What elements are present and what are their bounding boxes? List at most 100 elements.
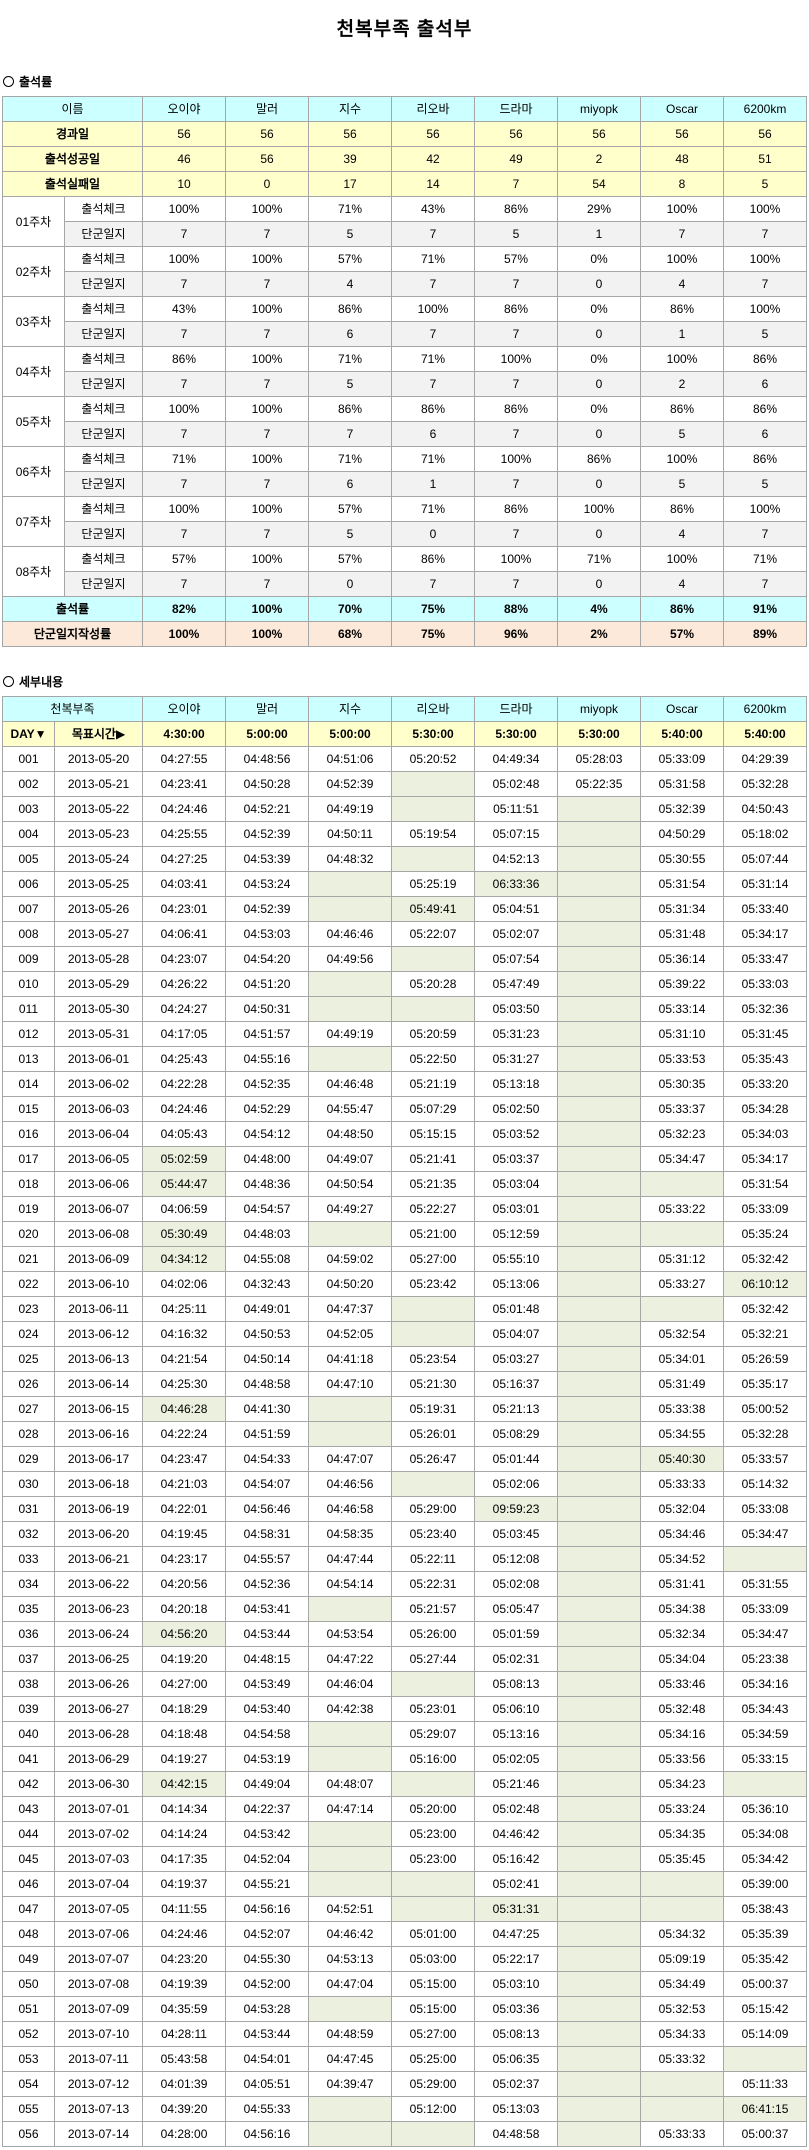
- table-row: 049 2013-07-07 04:23:20 04:55:30 04:53:13 05:…: [2, 1946, 808, 1972]
- time-cell: 05:23:54: [391, 1346, 476, 1372]
- target-time-cell: 5:30:00: [474, 721, 559, 747]
- time-cell: 05:32:48: [640, 1696, 725, 1722]
- time-cell: 05:14:32: [723, 1471, 808, 1497]
- time-cell: 04:25:43: [142, 1046, 227, 1072]
- day-number-cell: 003: [2, 796, 55, 822]
- check-value: 43%: [142, 296, 226, 322]
- day-number-cell: 006: [2, 871, 55, 897]
- empty-time-cell: [557, 1546, 642, 1572]
- date-cell: 2013-07-12: [53, 2071, 144, 2097]
- date-cell: 2013-06-22: [53, 1571, 144, 1597]
- time-cell: 04:52:39: [225, 821, 310, 847]
- date-cell: 2013-06-25: [53, 1646, 144, 1672]
- table-row: 036 2013-06-24 04:56:20 04:53:44 04:53:54 05:…: [2, 1621, 808, 1647]
- log-value: 0: [557, 521, 641, 547]
- empty-time-cell: [557, 796, 642, 822]
- time-cell: 05:33:40: [723, 896, 808, 922]
- table-row: 021 2013-06-09 04:34:12 04:55:08 04:59:02 05:…: [2, 1246, 808, 1272]
- time-cell: 04:51:57: [225, 1021, 310, 1047]
- week-check-row: 02주차 출석체크 100% 100% 57% 71% 57% 0% 100% 100%: [2, 246, 807, 297]
- check-value: 100%: [225, 196, 309, 222]
- check-value: 100%: [723, 296, 807, 322]
- time-cell: 05:33:20: [723, 1071, 808, 1097]
- time-cell: 05:03:36: [474, 1996, 559, 2022]
- flagged-time-cell: 05:44:47: [142, 1171, 227, 1197]
- empty-time-cell: [391, 2121, 476, 2147]
- week-label: 06주차: [2, 446, 65, 497]
- log-value: 7: [723, 221, 807, 247]
- time-cell: 05:01:59: [474, 1621, 559, 1647]
- table-row: 037 2013-06-25 04:19:20 04:48:15 04:47:22 05:…: [2, 1646, 808, 1672]
- time-cell: 04:49:56: [308, 946, 393, 972]
- check-value: 100%: [640, 246, 724, 272]
- empty-time-cell: [557, 1721, 642, 1747]
- time-cell: 04:52:00: [225, 1971, 310, 1997]
- time-cell: 05:03:10: [474, 1971, 559, 1997]
- time-cell: 05:03:27: [474, 1346, 559, 1372]
- date-cell: 2013-07-07: [53, 1946, 144, 1972]
- log-value: 7: [474, 371, 558, 397]
- empty-time-cell: [391, 846, 476, 872]
- empty-time-cell: [308, 2096, 393, 2122]
- name-header-cell: 이름: [2, 96, 143, 122]
- week-check-row: 01주차 출석체크 100% 100% 71% 43% 86% 29% 100% 100%: [2, 196, 807, 247]
- day-number-cell: 018: [2, 1171, 55, 1197]
- stat-value: 49: [474, 146, 558, 172]
- empty-time-cell: [557, 1221, 642, 1247]
- stat-value: 8: [640, 171, 724, 197]
- day-number-cell: 054: [2, 2071, 55, 2097]
- circle-bullet-icon: [3, 676, 14, 687]
- time-cell: 05:01:48: [474, 1296, 559, 1322]
- total-value: 89%: [723, 621, 807, 647]
- log-value: 4: [640, 571, 724, 597]
- table-row: 047 2013-07-05 04:11:55 04:56:16 04:52:51 05:…: [2, 1896, 808, 1922]
- time-cell: 04:03:41: [142, 871, 227, 897]
- time-cell: 05:20:52: [391, 746, 476, 772]
- time-cell: 04:39:47: [308, 2071, 393, 2097]
- time-cell: 04:53:49: [225, 1671, 310, 1697]
- week-log-row: 단군일지 7 7 6 1 7 0 5 5: [3, 471, 807, 497]
- time-cell: 05:03:37: [474, 1146, 559, 1172]
- log-value: 7: [142, 521, 226, 547]
- log-value: 7: [723, 521, 807, 547]
- time-cell: 05:13:18: [474, 1071, 559, 1097]
- empty-time-cell: [640, 2096, 725, 2122]
- total-value: 70%: [308, 596, 392, 622]
- week-label: 03주차: [2, 296, 65, 347]
- time-cell: 04:23:17: [142, 1546, 227, 1572]
- date-cell: 2013-06-18: [53, 1471, 144, 1497]
- time-cell: 04:54:33: [225, 1446, 310, 1472]
- time-cell: 05:26:00: [391, 1621, 476, 1647]
- date-cell: 2013-06-26: [53, 1671, 144, 1697]
- empty-time-cell: [557, 1796, 642, 1822]
- empty-time-cell: [557, 1021, 642, 1047]
- flagged-time-cell: 05:31:31: [474, 1896, 559, 1922]
- time-cell: 05:34:08: [723, 1821, 808, 1847]
- summary-header-row: 이름 오이야 말러 지수 리오바 드라마 miyopk Oscar 6200km: [2, 96, 807, 122]
- time-cell: 05:39:00: [723, 1871, 808, 1897]
- date-cell: 2013-06-17: [53, 1446, 144, 1472]
- time-cell: 05:32:04: [640, 1496, 725, 1522]
- log-value: 4: [640, 521, 724, 547]
- date-cell: 2013-06-24: [53, 1621, 144, 1647]
- table-row: 042 2013-06-30 04:42:15 04:49:04 04:48:07 05:…: [2, 1771, 808, 1797]
- day-number-cell: 004: [2, 821, 55, 847]
- day-number-cell: 015: [2, 1096, 55, 1122]
- time-cell: 04:52:39: [225, 896, 310, 922]
- check-value: 86%: [474, 496, 558, 522]
- time-cell: 04:49:07: [308, 1146, 393, 1172]
- time-cell: 05:02:48: [474, 1796, 559, 1822]
- time-cell: 04:01:39: [142, 2071, 227, 2097]
- table-row: 046 2013-07-04 04:19:37 04:55:21 05:02:41 05:…: [2, 1871, 808, 1897]
- log-value: 7: [225, 571, 309, 597]
- day-number-cell: 045: [2, 1846, 55, 1872]
- member-header-cell: 오이야: [142, 96, 226, 122]
- log-value: 5: [723, 471, 807, 497]
- time-cell: 05:34:23: [640, 1771, 725, 1797]
- empty-time-cell: [557, 821, 642, 847]
- section-title: 세부내용: [19, 675, 64, 689]
- total-value: 100%: [225, 621, 309, 647]
- time-cell: 04:21:03: [142, 1471, 227, 1497]
- check-value: 86%: [640, 396, 724, 422]
- check-value: 100%: [142, 196, 226, 222]
